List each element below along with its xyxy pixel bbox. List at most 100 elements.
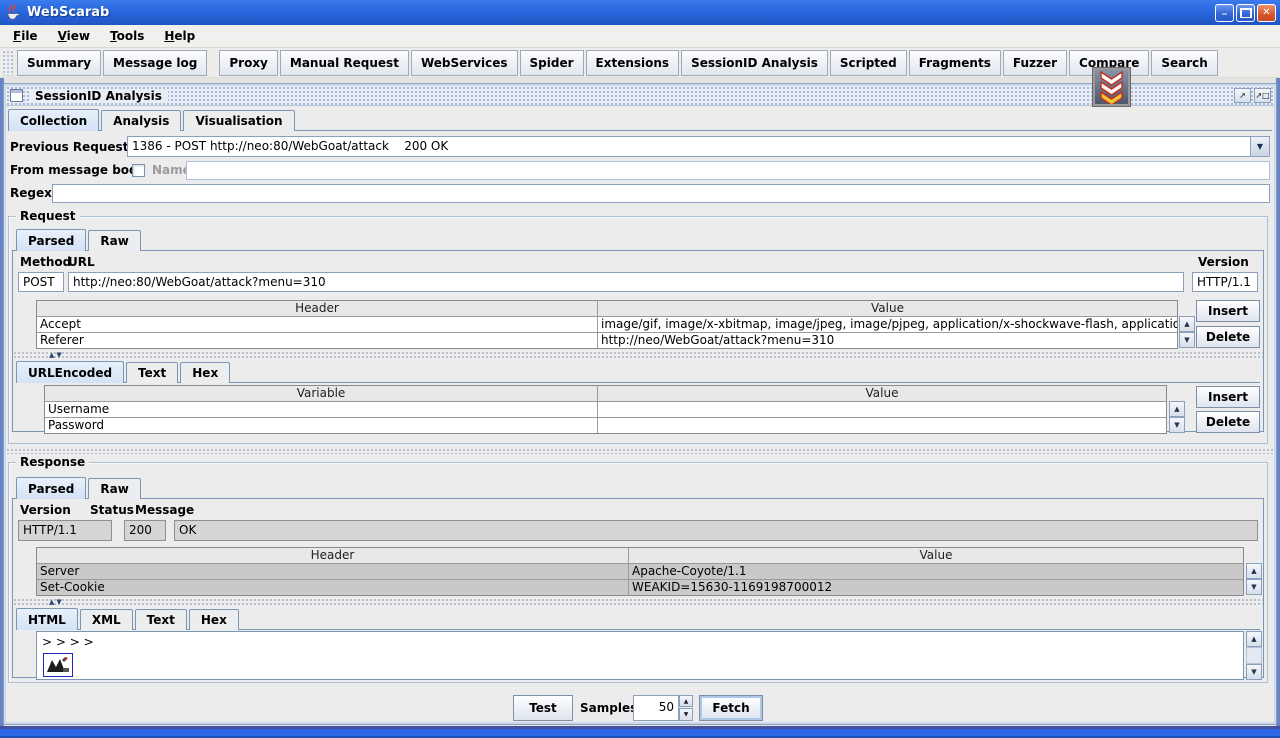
request-tab-raw[interactable]: Raw [88, 230, 140, 251]
variable-column[interactable]: Variable [45, 386, 598, 401]
table-row[interactable]: Password [45, 417, 1166, 433]
request-headers-insert-button[interactable]: Insert [1196, 300, 1260, 322]
frame-minimize-icon[interactable]: ↗ [1234, 88, 1251, 103]
scroll-down-icon[interactable] [1246, 664, 1262, 680]
menu-file[interactable]: File [6, 27, 45, 45]
response-tab-raw[interactable]: Raw [88, 478, 140, 499]
request-tab-text[interactable]: Text [126, 362, 178, 383]
toolbar-sessionid-analysis[interactable]: SessionID Analysis [681, 50, 828, 76]
response-tab-html[interactable]: HTML [16, 608, 78, 630]
divider-collapse-up-icon[interactable] [49, 352, 54, 358]
request-tab-parsed[interactable]: Parsed [16, 229, 86, 251]
variable-cell[interactable]: Username [45, 402, 598, 417]
response-tab-xml[interactable]: XML [80, 609, 133, 630]
samples-spinner-field[interactable]: 50 [633, 695, 679, 721]
divider-collapse-down-icon[interactable] [56, 599, 61, 605]
response-headers-table: Header Value Server Apache-Coyote/1.1 Se… [36, 547, 1244, 596]
response-html-view[interactable]: > > > > [36, 631, 1244, 680]
toolbar-drag-handle[interactable] [2, 50, 13, 76]
regex-field[interactable] [52, 184, 1270, 203]
combo-dropdown-arrow-icon[interactable] [1250, 137, 1269, 156]
fetch-button[interactable]: Fetch [699, 695, 763, 721]
scroll-up-icon[interactable] [1179, 316, 1195, 332]
toolbar-fragments[interactable]: Fragments [909, 50, 1001, 76]
header-cell[interactable]: Referer [37, 333, 598, 348]
request-headers-table: Header Value Accept image/gif, image/x-x… [36, 300, 1178, 349]
header-cell[interactable]: Accept [37, 317, 598, 332]
divider-collapse-up-icon[interactable] [49, 599, 54, 605]
toolbar-message-log[interactable]: Message log [103, 50, 207, 76]
divider-collapse-down-icon[interactable] [56, 352, 61, 358]
scroll-down-icon[interactable] [1179, 332, 1195, 348]
request-variables-delete-button[interactable]: Delete [1196, 411, 1260, 433]
table-row[interactable]: Accept image/gif, image/x-xbitmap, image… [37, 316, 1177, 332]
toolbar-proxy[interactable]: Proxy [219, 50, 278, 76]
request-version-field[interactable]: HTTP/1.1 [1192, 272, 1258, 292]
response-tab-hex[interactable]: Hex [189, 609, 239, 630]
toolbar-summary[interactable]: Summary [17, 50, 101, 76]
scroll-up-icon[interactable] [1246, 631, 1262, 647]
value-column[interactable]: Value [629, 548, 1243, 563]
value-column[interactable]: Value [598, 301, 1177, 316]
request-headers-delete-button[interactable]: Delete [1196, 326, 1260, 348]
maximize-button[interactable] [1236, 4, 1255, 22]
test-button[interactable]: Test [513, 695, 573, 721]
value-column[interactable]: Value [598, 386, 1166, 401]
request-body-tab-bar: URLEncoded Text Hex [16, 361, 1260, 383]
table-row[interactable]: Referer http://neo/WebGoat/attack?menu=3… [37, 332, 1177, 348]
previous-requests-combobox[interactable]: 1386 - POST http://neo:80/WebGoat/attack… [127, 136, 1270, 157]
response-status-field: 200 [124, 520, 166, 541]
response-version-label: Version [20, 503, 71, 517]
response-split-divider[interactable] [13, 598, 1263, 605]
header-column[interactable]: Header [37, 301, 598, 316]
tab-analysis[interactable]: Analysis [101, 110, 181, 131]
method-field[interactable]: POST [18, 272, 64, 292]
frame-title: SessionID Analysis [29, 89, 168, 103]
header-column[interactable]: Header [37, 548, 629, 563]
scrollbar-track[interactable] [1246, 647, 1262, 664]
name-field[interactable] [186, 161, 1270, 180]
menu-view[interactable]: View [51, 27, 97, 45]
value-cell[interactable] [598, 418, 1166, 433]
tab-visualisation[interactable]: Visualisation [183, 110, 294, 131]
spinner-up-icon[interactable] [679, 695, 693, 707]
toolbar-spider[interactable]: Spider [520, 50, 584, 76]
minimize-button[interactable] [1215, 4, 1234, 22]
response-tab-parsed[interactable]: Parsed [16, 477, 86, 499]
close-button[interactable] [1257, 4, 1276, 22]
spinner-down-icon[interactable] [679, 708, 693, 721]
toolbar-fuzzer[interactable]: Fuzzer [1003, 50, 1067, 76]
scroll-down-icon[interactable] [1169, 417, 1185, 433]
url-field[interactable]: http://neo:80/WebGoat/attack?menu=310 [68, 272, 1184, 292]
request-response-splitter[interactable] [6, 448, 1274, 454]
toolbar-scripted[interactable]: Scripted [830, 50, 907, 76]
frame-titlebar[interactable]: SessionID Analysis ↗ ↗□ [6, 86, 1274, 106]
table-header-row: Header Value [37, 548, 1243, 563]
response-message-label: Message [135, 503, 194, 517]
table-row[interactable]: Username [45, 401, 1166, 417]
value-cell[interactable]: http://neo/WebGoat/attack?menu=310 [598, 333, 1177, 348]
toolbar-manual-request[interactable]: Manual Request [280, 50, 409, 76]
scroll-down-icon[interactable] [1246, 579, 1262, 595]
value-cell[interactable]: image/gif, image/x-xbitmap, image/jpeg, … [598, 317, 1177, 332]
toolbar-webservices[interactable]: WebServices [411, 50, 518, 76]
webscarab-chevron-logo-icon [1093, 68, 1130, 106]
table-row: Set-Cookie WEAKID=15630-1169198700012 [37, 579, 1243, 595]
toolbar-search[interactable]: Search [1151, 50, 1217, 76]
request-split-divider[interactable] [13, 351, 1263, 358]
scroll-up-icon[interactable] [1246, 563, 1262, 579]
from-message-body-checkbox[interactable] [132, 164, 145, 177]
request-panel-title: Request [16, 209, 80, 223]
response-tab-text[interactable]: Text [135, 609, 187, 630]
request-tab-urlencoded[interactable]: URLEncoded [16, 361, 124, 383]
menu-tools[interactable]: Tools [103, 27, 151, 45]
frame-maximize-icon[interactable]: ↗□ [1254, 88, 1271, 103]
value-cell[interactable] [598, 402, 1166, 417]
tab-collection[interactable]: Collection [8, 109, 99, 131]
variable-cell[interactable]: Password [45, 418, 598, 433]
menu-help[interactable]: Help [157, 27, 202, 45]
request-tab-hex[interactable]: Hex [180, 362, 230, 383]
toolbar-extensions[interactable]: Extensions [586, 50, 680, 76]
scroll-up-icon[interactable] [1169, 401, 1185, 417]
request-variables-insert-button[interactable]: Insert [1196, 386, 1260, 408]
